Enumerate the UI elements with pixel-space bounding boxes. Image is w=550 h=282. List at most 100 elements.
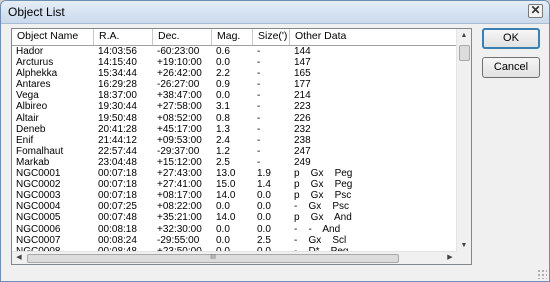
object-name-cell: Arcturus [16, 57, 54, 69]
dec-cell: +45:17:00 [157, 123, 202, 135]
dec-cell: -29:37:00 [157, 145, 200, 157]
scroll-left-icon[interactable]: ◀ [12, 251, 26, 264]
other-data-cell: 238 [294, 134, 311, 146]
column-header-ra[interactable]: R.A. [94, 29, 153, 45]
object-name-cell: NGC0005 [16, 212, 61, 224]
dec-cell: +35:21:00 [157, 212, 202, 224]
window-title: Object List [8, 5, 65, 19]
ra-cell: 00:07:18 [98, 190, 137, 202]
mag-cell: 0.0 [216, 201, 230, 213]
size-cell: - [257, 57, 261, 69]
table-row[interactable]: Fomalhaut 22:57:44 -29:37:00 1.2 - 247 [12, 146, 462, 157]
table-row[interactable]: NGC0007 00:08:24 -29:55:00 0.0 2.5 - Gx Scl [12, 235, 462, 246]
table-row[interactable]: NGC0004 00:07:25 +08:22:00 0.0 0.0 - Gx Psc [12, 201, 462, 212]
dec-cell: +08:17:00 [157, 190, 202, 202]
mag-cell: 0.9 [216, 79, 230, 91]
ra-cell: 22:57:44 [98, 145, 137, 157]
dec-cell: +27:43:00 [157, 168, 202, 180]
scroll-down-icon[interactable]: ▼ [457, 239, 471, 253]
table-row[interactable]: NGC0005 00:07:48 +35:21:00 14.0 0.0 p Gx And [12, 212, 462, 223]
column-header-other-data[interactable]: Other Data [290, 29, 462, 45]
table-row[interactable]: Altair 19:50:48 +08:52:00 0.8 - 226 [12, 113, 462, 124]
table-row[interactable]: Hador 14:03:56 -60:23:00 0.6 - 144 [12, 46, 462, 57]
object-name-cell: Hador [16, 46, 44, 57]
size-cell: - [257, 145, 261, 157]
mag-cell: 0.0 [216, 234, 230, 246]
horizontal-scrollbar[interactable]: ◀ III ▶ [12, 251, 457, 264]
vertical-scrollbar[interactable]: ▲ ▼ [456, 29, 471, 253]
table-row[interactable]: NGC0003 00:07:18 +08:17:00 14.0 0.0 p Gx Psc [12, 190, 462, 201]
dec-cell: +38:47:00 [157, 90, 202, 102]
cancel-button[interactable]: Cancel [482, 57, 540, 78]
other-data-cell: 165 [294, 68, 311, 80]
dec-cell: +08:52:00 [157, 112, 202, 124]
other-data-cell: 177 [294, 79, 311, 91]
mag-cell: 2.2 [216, 68, 230, 80]
mag-cell: 15.0 [216, 179, 236, 191]
table-row[interactable]: Markab 23:04:48 +15:12:00 2.5 - 249 [12, 157, 462, 168]
ra-cell: 14:15:40 [98, 57, 137, 69]
other-data-cell: p Gx And [294, 212, 352, 224]
close-button[interactable]: ✕ [528, 4, 543, 18]
object-name-cell: Fomalhaut [16, 145, 64, 157]
ra-cell: 20:41:28 [98, 123, 137, 135]
column-header-size[interactable]: Size(') [253, 29, 290, 45]
table-row[interactable]: Arcturus 14:15:40 +19:10:00 0.0 - 147 [12, 57, 462, 68]
size-cell: - [257, 134, 261, 146]
size-cell: - [257, 79, 261, 91]
dec-cell: -60:23:00 [157, 46, 200, 57]
size-cell: - [257, 101, 261, 113]
other-data-cell: 249 [294, 156, 311, 168]
mag-cell: 0.8 [216, 112, 230, 124]
table-row[interactable]: Antares 16:29:28 -26:27:00 0.9 - 177 [12, 79, 462, 90]
object-name-cell: NGC0004 [16, 201, 61, 213]
list-header: Object Name R.A. Dec. Mag. Size(') Other… [12, 29, 462, 46]
object-list[interactable]: Object Name R.A. Dec. Mag. Size(') Other… [11, 28, 472, 265]
mag-cell: 0.0 [216, 223, 230, 235]
ra-cell: 15:34:44 [98, 68, 137, 80]
column-header-dec[interactable]: Dec. [153, 29, 212, 45]
scroll-right-icon[interactable]: ▶ [443, 251, 457, 264]
ra-cell: 00:07:18 [98, 168, 137, 180]
table-row[interactable]: NGC0006 00:08:18 +32:30:00 0.0 0.0 - - And [12, 224, 462, 235]
horizontal-scroll-thumb[interactable]: III [27, 254, 399, 263]
resize-grip-icon[interactable] [537, 269, 547, 279]
table-row[interactable]: NGC0001 00:07:18 +27:43:00 13.0 1.9 p Gx Peg [12, 168, 462, 179]
vertical-scroll-thumb[interactable] [459, 45, 470, 61]
list-rows: Hador 14:03:56 -60:23:00 0.6 - 144 Arcturus 14:… [12, 46, 462, 257]
table-row[interactable]: NGC0002 00:07:18 +27:41:00 15.0 1.4 p Gx Peg [12, 179, 462, 190]
size-cell: 0.0 [257, 190, 271, 202]
size-cell: 0.0 [257, 223, 271, 235]
column-header-object-name[interactable]: Object Name [12, 29, 94, 45]
mag-cell: 2.5 [216, 156, 230, 168]
dec-cell: +09:53:00 [157, 134, 202, 146]
ra-cell: 00:07:48 [98, 212, 137, 224]
object-name-cell: NGC0006 [16, 223, 61, 235]
other-data-cell: - Gx Psc [294, 201, 350, 213]
size-cell: 2.5 [257, 234, 271, 246]
other-data-cell: - - And [294, 223, 341, 235]
table-row[interactable]: Enif 21:44:12 +09:53:00 2.4 - 238 [12, 135, 462, 146]
column-header-mag[interactable]: Mag. [212, 29, 253, 45]
mag-cell: 14.0 [216, 212, 236, 224]
other-data-cell: 144 [294, 46, 311, 57]
ra-cell: 19:50:48 [98, 112, 137, 124]
size-cell: - [257, 123, 261, 135]
ra-cell: 00:08:18 [98, 223, 137, 235]
ra-cell: 18:37:00 [98, 90, 137, 102]
ok-button[interactable]: OK [482, 28, 540, 49]
size-cell: 0.0 [257, 201, 271, 213]
scrollbar-corner [457, 252, 471, 264]
dec-cell: -26:27:00 [157, 79, 200, 91]
table-row[interactable]: Alphekka 15:34:44 +26:42:00 2.2 - 165 [12, 68, 462, 79]
table-row[interactable]: Albireo 19:30:44 +27:58:00 3.1 - 223 [12, 101, 462, 112]
dec-cell: +15:12:00 [157, 156, 202, 168]
table-row[interactable]: Vega 18:37:00 +38:47:00 0.0 - 214 [12, 90, 462, 101]
mag-cell: 0.0 [216, 57, 230, 69]
scroll-up-icon[interactable]: ▲ [457, 29, 471, 43]
other-data-cell: - Gx Scl [294, 234, 347, 246]
close-icon: ✕ [530, 3, 541, 17]
ra-cell: 00:07:18 [98, 179, 137, 191]
mag-cell: 14.0 [216, 190, 236, 202]
table-row[interactable]: Deneb 20:41:28 +45:17:00 1.3 - 232 [12, 124, 462, 135]
